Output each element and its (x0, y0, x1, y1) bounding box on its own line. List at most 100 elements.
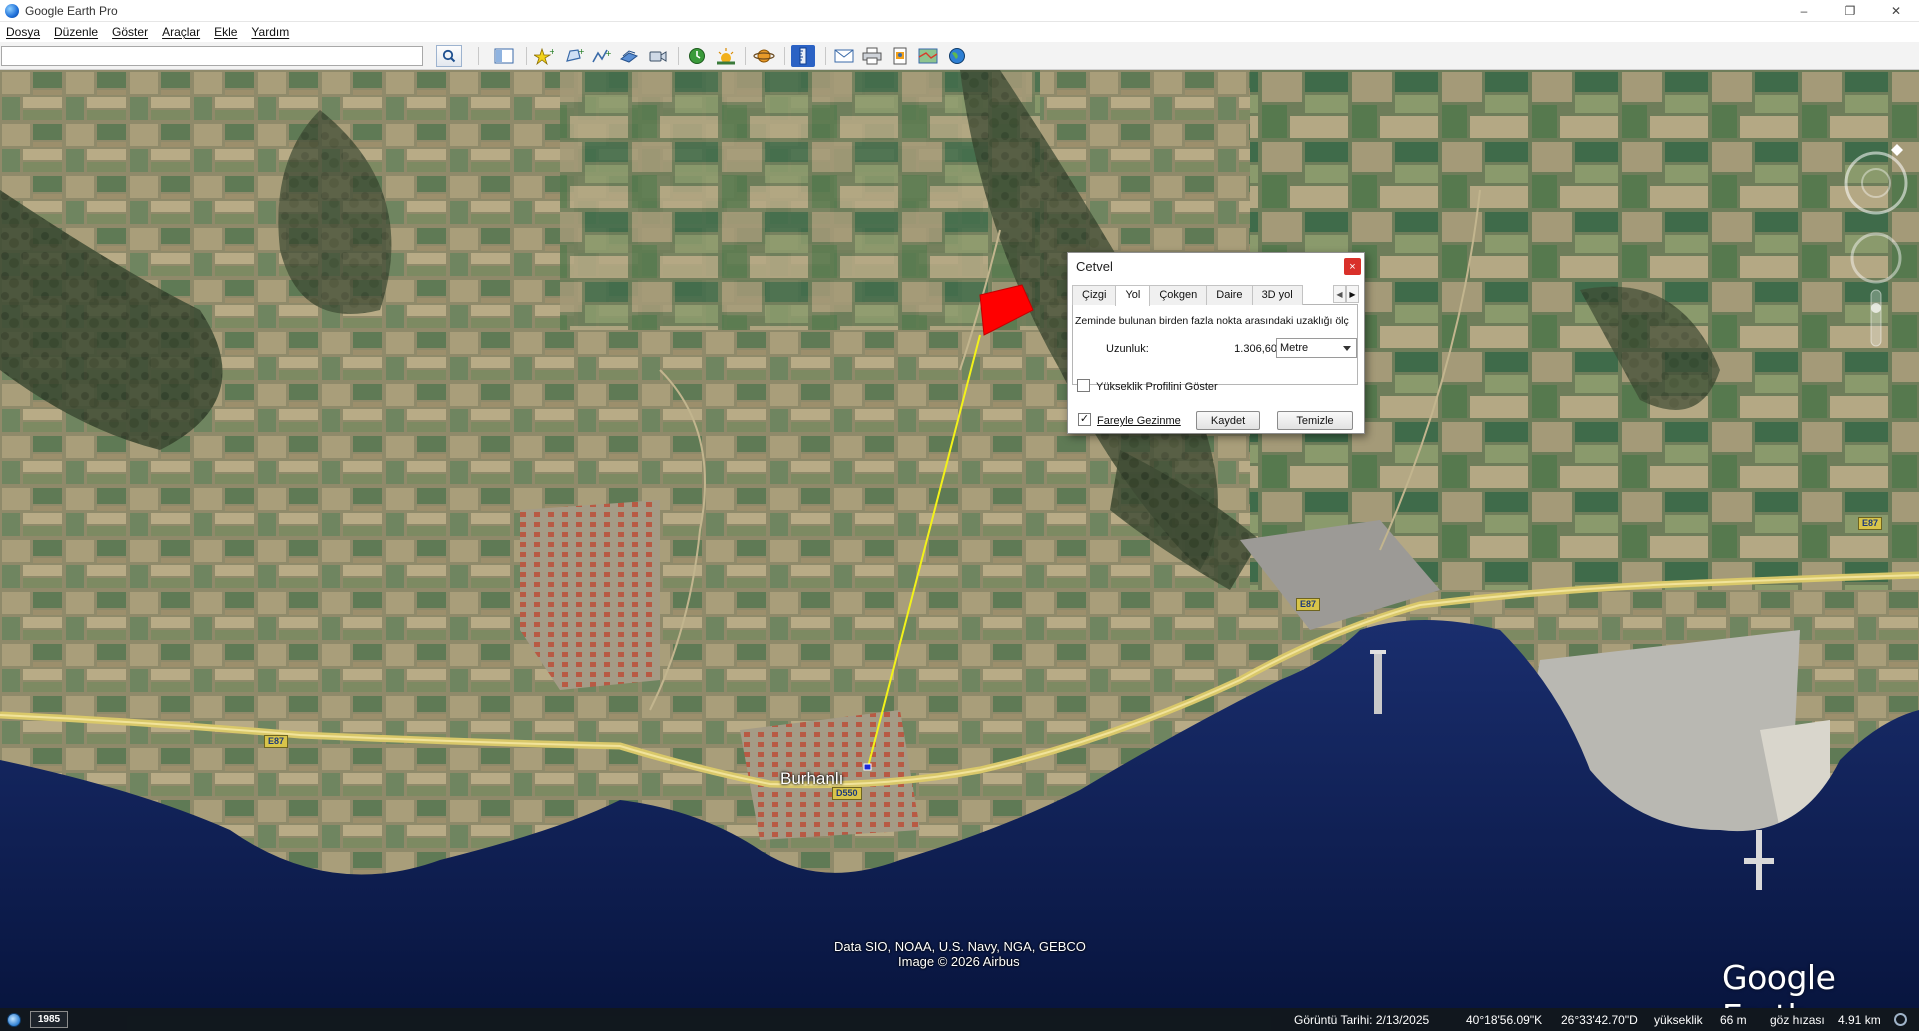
place-label-burhanli[interactable]: Burhanlı (780, 769, 843, 789)
sidebar-toggle-button[interactable] (491, 45, 517, 67)
add-path-button[interactable]: + (588, 45, 614, 67)
tab-scroll-right-button[interactable]: ▶ (1346, 285, 1359, 303)
eye-altitude-value: 4.91 km (1838, 1013, 1881, 1027)
menu-araclar[interactable]: Araçlar (162, 25, 200, 39)
historical-imagery-icon[interactable] (7, 1013, 21, 1027)
menu-goster[interactable]: Göster (112, 25, 148, 39)
length-value: 1.306,60 (1234, 343, 1277, 355)
polygon-icon: + (566, 47, 584, 62)
status-bar: 1985 Görüntü Tarihi: 2/13/2025 40°18'56.… (0, 1008, 1919, 1031)
map-view[interactable]: E87 E87 E87 D550 Burhanlı Data SIO, NOAA… (0, 70, 1919, 1008)
email-button[interactable] (831, 45, 857, 67)
unit-select-value: Metre (1280, 342, 1309, 354)
elevation-profile-checkbox[interactable] (1077, 379, 1090, 392)
chevron-down-icon (1343, 346, 1351, 351)
save-button[interactable]: Kaydet (1196, 411, 1260, 430)
menu-yardim[interactable]: Yardım (251, 25, 289, 39)
tab-cokgen[interactable]: Çokgen (1149, 285, 1208, 305)
longitude-readout: 26°33'42.70"D (1561, 1013, 1638, 1027)
road-shield-e87: E87 (264, 735, 289, 748)
google-earth-app-icon (5, 3, 19, 18)
menu-bar: Dosya Düzenle Göster Araçlar Ekle Yardım (0, 22, 1919, 42)
tab-3d-yol[interactable]: 3D yol (1251, 285, 1303, 305)
historical-imagery-button[interactable] (684, 45, 710, 67)
length-label: Uzunluk: (1106, 343, 1149, 355)
road-shield-e87: E87 (1858, 517, 1883, 530)
view-in-maps-icon (918, 48, 938, 64)
close-window-button[interactable]: ✕ (1873, 0, 1919, 22)
toolbar-separator (825, 47, 826, 65)
email-icon (834, 49, 854, 63)
north-up-icon[interactable] (1891, 144, 1903, 156)
tab-daire[interactable]: Daire (1206, 285, 1253, 305)
record-tour-icon (649, 51, 667, 62)
elevation-profile-label: Yükseklik Profilini Göster (1096, 381, 1218, 393)
save-image-button[interactable] (887, 45, 913, 67)
look-control[interactable] (1844, 151, 1908, 215)
satellite-imagery[interactable] (0, 70, 1919, 1008)
tab-cizgi[interactable]: Çizgi (1072, 285, 1117, 305)
eye-altitude-label: göz hızası (1770, 1013, 1825, 1027)
print-icon (862, 47, 882, 65)
svg-text:+: + (549, 47, 554, 56)
ruler-close-button[interactable]: × (1344, 258, 1361, 275)
ruler-button[interactable] (791, 45, 815, 67)
navigation-controls-graphic (1844, 144, 1908, 347)
streaming-status-icon (1894, 1013, 1907, 1026)
add-placemark-button[interactable]: + (531, 45, 557, 67)
google-earth-logo: Google Earth (1722, 958, 1836, 1008)
latitude-readout: 40°18'56.09"K (1466, 1013, 1543, 1027)
menu-ekle[interactable]: Ekle (214, 25, 237, 39)
image-overlay-icon (619, 50, 639, 63)
maximize-button[interactable]: ❐ (1827, 0, 1873, 22)
ruler-dialog-title: Cetvel (1076, 259, 1113, 274)
earth-icon (949, 48, 965, 64)
planets-button[interactable] (751, 45, 777, 67)
window-title: Google Earth Pro (25, 3, 118, 18)
search-button[interactable] (436, 45, 462, 67)
toolbar-separator (526, 47, 527, 65)
window-controls: – ❐ ✕ (1781, 0, 1919, 22)
search-icon (442, 49, 456, 63)
path-icon: + (592, 49, 611, 63)
view-in-maps-button[interactable] (915, 45, 941, 67)
google-earth-window: Google Earth Pro – ❐ ✕ Dosya Düzenle Gös… (0, 0, 1919, 1031)
measure-description: Zeminde bulunan birden fazla nokta arası… (1075, 315, 1349, 327)
toolbar-separator (745, 47, 746, 65)
mouse-navigation-label: Fareyle Gezinme (1097, 415, 1181, 427)
search-input[interactable] (1, 46, 423, 66)
elevation-value: 66 m (1720, 1013, 1747, 1027)
attribution-image: Image © 2026 Airbus (898, 954, 1020, 969)
clear-button[interactable]: Temizle (1277, 411, 1353, 430)
svg-text:+: + (605, 49, 611, 58)
tab-yol[interactable]: Yol (1115, 285, 1151, 306)
imagery-date: Görüntü Tarihi: 2/13/2025 (1294, 1013, 1430, 1027)
path-start-marker (863, 763, 872, 771)
elevation-label: yükseklik (1654, 1013, 1703, 1027)
ruler-dialog: Cetvel × Çizgi Yol Çokgen Daire 3D yol ◀… (1067, 252, 1365, 434)
menu-duzenle[interactable]: Düzenle (54, 25, 98, 39)
record-tour-button[interactable] (645, 45, 671, 67)
earth-button[interactable] (944, 45, 970, 67)
sidebar-icon (494, 48, 514, 64)
placemark-icon: + (534, 47, 554, 65)
tab-scroll-left-button[interactable]: ◀ (1333, 285, 1346, 303)
attribution-data: Data SIO, NOAA, U.S. Navy, NGA, GEBCO (834, 939, 1086, 954)
minimize-button[interactable]: – (1781, 0, 1827, 22)
historical-year-button[interactable]: 1985 (30, 1011, 68, 1028)
print-button[interactable] (859, 45, 885, 67)
unit-select[interactable]: Metre (1276, 338, 1357, 358)
toolbar-separator (478, 47, 479, 65)
zoom-slider[interactable] (1870, 289, 1882, 347)
add-polygon-button[interactable]: + (561, 45, 587, 67)
historical-imagery-icon (689, 48, 705, 64)
add-image-overlay-button[interactable] (616, 45, 642, 67)
move-control[interactable] (1850, 232, 1902, 284)
toolbar-separator (784, 47, 785, 65)
title-bar: Google Earth Pro – ❐ ✕ (0, 0, 1919, 22)
planets-icon (753, 49, 775, 63)
toolbar-separator (678, 47, 679, 65)
menu-dosya[interactable]: Dosya (6, 25, 40, 39)
sunlight-button[interactable] (713, 45, 739, 67)
mouse-navigation-checkbox[interactable]: ✓ (1078, 413, 1091, 426)
